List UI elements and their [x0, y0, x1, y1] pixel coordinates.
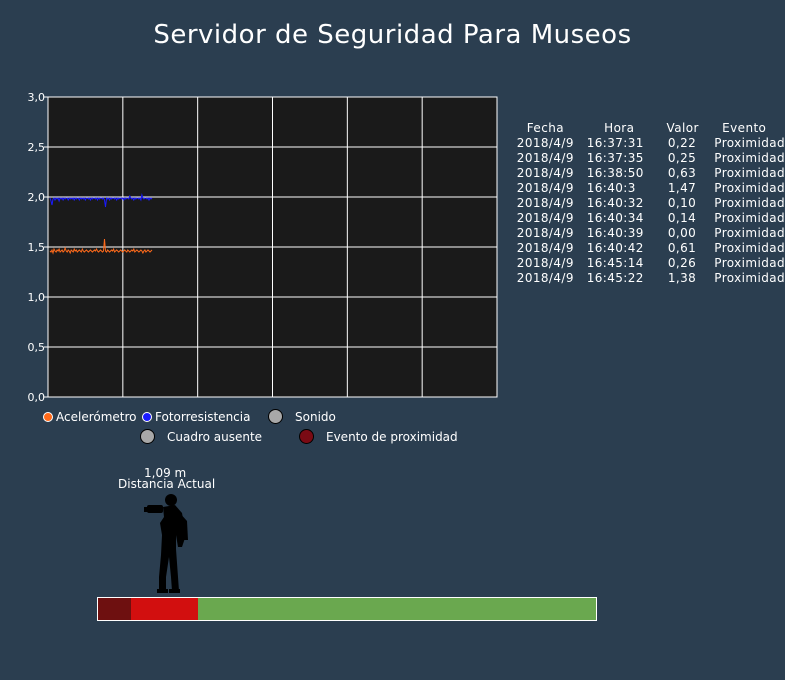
column-header-valor: Valor [666, 121, 699, 135]
cell-hora: 16:45:14 [586, 256, 644, 270]
cell-evento: Proximidad [714, 211, 785, 225]
cell-fecha: 2018/4/9 [516, 211, 574, 225]
events-table-header: Fecha Hora Valor Evento [514, 120, 785, 136]
cell-hora: 16:40:3 [586, 181, 636, 195]
cell-valor: 0,26 [667, 256, 697, 270]
cell-fecha: 2018/4/9 [516, 226, 574, 240]
cell-evento: Proximidad [714, 181, 785, 195]
cell-evento: Proximidad [714, 136, 785, 150]
cell-evento: Proximidad [714, 196, 785, 210]
cell-evento: Proximidad [714, 256, 785, 270]
cell-valor: 1,38 [667, 271, 697, 285]
table-row: 2018/4/9 16:40:39 0,00 Proximidad [514, 226, 785, 241]
cell-fecha: 2018/4/9 [516, 151, 574, 165]
cell-hora: 16:40:34 [586, 211, 644, 225]
events-table: Fecha Hora Valor Evento 2018/4/9 16:37:31… [514, 120, 785, 286]
legend-swatch [140, 429, 155, 444]
cell-hora: 16:40:32 [586, 196, 644, 210]
cell-hora: 16:40:42 [586, 241, 644, 255]
cell-valor: 0,22 [667, 136, 697, 150]
cell-evento: Proximidad [714, 271, 785, 285]
table-row: 2018/4/9 16:40:32 0,10 Proximidad [514, 196, 785, 211]
cell-hora: 16:37:35 [586, 151, 644, 165]
y-tick-label: 1,0 [28, 291, 46, 304]
legend-label: Sonido [295, 409, 336, 424]
legend-swatch [142, 412, 152, 422]
person-camera-icon [144, 494, 188, 593]
column-header-fecha: Fecha [526, 121, 564, 135]
cell-valor: 1,47 [667, 181, 697, 195]
sensor-line-chart: 3,0 2,5 2,0 1,5 1,0 0,5 0,0 [28, 91, 498, 404]
legend-swatch [299, 429, 314, 444]
cell-evento: Proximidad [714, 151, 785, 165]
table-row: 2018/4/9 16:45:22 1,38 Proximidad [514, 271, 785, 286]
cell-valor: 0,00 [667, 226, 697, 240]
y-tick-label: 2,5 [28, 141, 46, 154]
y-tick-label: 0,0 [28, 391, 46, 404]
cell-evento: Proximidad [714, 226, 785, 240]
bar-segment-red-zone [130, 598, 198, 620]
cell-fecha: 2018/4/9 [516, 271, 574, 285]
table-row: 2018/4/9 16:40:34 0,14 Proximidad [514, 211, 785, 226]
cell-fecha: 2018/4/9 [516, 241, 574, 255]
bar-segment-dark-red-zone [98, 598, 131, 620]
cell-hora: 16:45:22 [586, 271, 644, 285]
legend-label: Acelerómetro [56, 410, 137, 424]
distance-bar [97, 597, 597, 621]
legend-sonido: Sonido [268, 409, 336, 424]
table-row: 2018/4/9 16:40:3 1,47 Proximidad [514, 181, 785, 196]
bar-segment-green-zone [197, 598, 596, 620]
cell-hora: 16:38:50 [586, 166, 644, 180]
legend-label: Fotorresistencia [155, 410, 251, 424]
legend-label: Evento de proximidad [326, 429, 458, 444]
legend-cuadro-ausente: Cuadro ausente [140, 429, 262, 444]
table-row: 2018/4/9 16:45:14 0,26 Proximidad [514, 256, 785, 271]
legend-swatch [43, 412, 53, 422]
cell-fecha: 2018/4/9 [516, 136, 574, 150]
table-row: 2018/4/9 16:40:42 0,61 Proximidad [514, 241, 785, 256]
cell-valor: 0,25 [667, 151, 697, 165]
cell-valor: 0,14 [667, 211, 697, 225]
cell-fecha: 2018/4/9 [516, 181, 574, 195]
cell-valor: 0,61 [667, 241, 697, 255]
cell-hora: 16:40:39 [586, 226, 644, 240]
cell-evento: Proximidad [714, 166, 785, 180]
column-header-hora: Hora [604, 121, 635, 135]
cell-fecha: 2018/4/9 [516, 196, 574, 210]
cell-hora: 16:37:31 [586, 136, 644, 150]
legend-swatch [268, 409, 283, 424]
table-row: 2018/4/9 16:38:50 0,63 Proximidad [514, 166, 785, 181]
legend-fotorresistencia: Fotorresistencia [142, 410, 250, 424]
y-tick-label: 3,0 [28, 91, 46, 104]
cell-fecha: 2018/4/9 [516, 166, 574, 180]
table-row: 2018/4/9 16:37:35 0,25 Proximidad [514, 151, 785, 166]
column-header-evento: Evento [722, 121, 767, 135]
cell-valor: 0,63 [667, 166, 697, 180]
page-title: Servidor de Seguridad Para Museos [153, 20, 632, 50]
y-tick-label: 0,5 [28, 341, 46, 354]
legend-evento-proximidad: Evento de proximidad [299, 429, 458, 444]
y-tick-label: 2,0 [28, 191, 46, 204]
legend-acelerometro: Acelerómetro [43, 410, 137, 424]
cell-evento: Proximidad [714, 241, 785, 255]
y-tick-label: 1,5 [28, 241, 46, 254]
cell-fecha: 2018/4/9 [516, 256, 574, 270]
table-row: 2018/4/9 16:37:31 0,22 Proximidad [514, 136, 785, 151]
legend-label: Cuadro ausente [167, 429, 263, 444]
cell-valor: 0,10 [667, 196, 697, 210]
